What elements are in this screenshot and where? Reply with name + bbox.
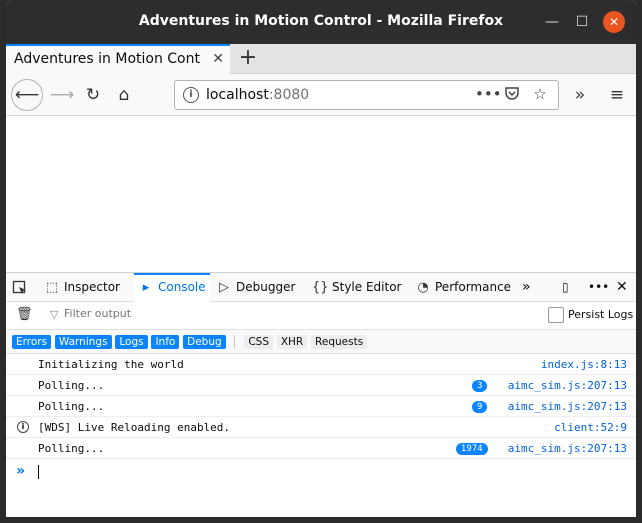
- filter-info-button[interactable]: Info: [151, 334, 180, 349]
- devtools-panel: ⬚ Inspector ▸ Console ▷ Debugger {} Style Ed…: [6, 272, 636, 517]
- tab-inspector-label: Inspector: [64, 280, 120, 294]
- hamburger-menu-icon[interactable]: ≡: [603, 81, 631, 109]
- filter-divider: [233, 334, 235, 349]
- more-tools-icon[interactable]: »: [522, 273, 531, 302]
- tab-inspector[interactable]: ⬚ Inspector: [44, 273, 120, 302]
- devtools-options-icon[interactable]: •••: [588, 273, 609, 302]
- repeat-count-badge: 3: [472, 380, 488, 392]
- devtools-toolbar: ⬚ Inspector ▸ Console ▷ Debugger {} Style Ed…: [6, 273, 636, 302]
- browser-window: Adventures in Motion Control - Mozilla F…: [6, 0, 636, 517]
- message-text: Polling...: [38, 442, 105, 455]
- url-text[interactable]: localhost:8080: [206, 87, 309, 103]
- console-message: i [WDS] Live Reloading enabled. client:5…: [6, 417, 636, 438]
- console-input[interactable]: »: [6, 459, 636, 485]
- message-location-link[interactable]: aimc_sim.js:207:13: [508, 442, 627, 455]
- console-filter-bar: 🗑 ▽ Persist Logs: [6, 302, 636, 330]
- persist-logs-checkbox[interactable]: Persist Logs: [548, 307, 633, 323]
- dock-side-icon[interactable]: ▯: [562, 273, 569, 302]
- filter-debug-button[interactable]: Debug: [183, 334, 226, 349]
- message-location-link[interactable]: client:52:9: [554, 421, 627, 434]
- page-content: [6, 116, 636, 272]
- close-window-icon[interactable]: ✕: [603, 11, 625, 33]
- text-caret: [38, 465, 39, 479]
- style-editor-icon: {}: [312, 280, 329, 295]
- console-icon: ▸: [142, 280, 150, 295]
- tab-strip: Adventures in Motion Control ✕ +: [6, 44, 636, 74]
- message-text: Polling...: [38, 400, 105, 413]
- pocket-icon[interactable]: [502, 85, 522, 105]
- new-tab-icon[interactable]: +: [236, 46, 260, 70]
- close-devtools-icon[interactable]: ✕: [616, 273, 628, 302]
- element-picker-icon[interactable]: [12, 273, 34, 302]
- filter-icon: ▽: [50, 308, 59, 321]
- nav-bar: ⟵ ⟶ ↻ ⌂ i localhost:8080 ••• ☆ » ≡: [6, 74, 636, 116]
- console-message: Polling... 3 aimc_sim.js:207:13: [6, 375, 636, 396]
- message-text: Initializing the world: [38, 358, 184, 371]
- tab-style-editor-label: Style Editor: [332, 280, 402, 294]
- tab-debugger-label: Debugger: [236, 280, 296, 294]
- page-actions-icon[interactable]: •••: [475, 85, 502, 103]
- info-icon: i: [17, 421, 29, 433]
- tab-close-icon[interactable]: ✕: [212, 51, 224, 67]
- reload-icon[interactable]: ↻: [79, 81, 107, 109]
- inspector-icon: ⬚: [45, 280, 59, 295]
- filter-warnings-button[interactable]: Warnings: [54, 334, 112, 349]
- tab-style-editor[interactable]: {} Style Editor: [312, 273, 401, 302]
- persist-logs-box[interactable]: [548, 307, 564, 323]
- url-bar[interactable]: i localhost:8080 ••• ☆: [174, 80, 559, 110]
- debugger-icon: ▷: [219, 280, 229, 295]
- tab-console-label: Console: [158, 280, 206, 294]
- tab-debugger[interactable]: ▷ Debugger: [216, 273, 295, 302]
- console-messages: Initializing the world index.js:8:13 Pol…: [6, 354, 636, 459]
- persist-logs-label: Persist Logs: [568, 308, 634, 321]
- tab-console[interactable]: ▸ Console: [134, 273, 210, 302]
- filter-logs-button[interactable]: Logs: [115, 334, 148, 349]
- message-location-link[interactable]: aimc_sim.js:207:13: [508, 400, 627, 413]
- home-icon[interactable]: ⌂: [110, 81, 138, 109]
- filter-errors-button[interactable]: Errors: [12, 334, 52, 349]
- message-location-link[interactable]: aimc_sim.js:207:13: [508, 379, 627, 392]
- message-location-link[interactable]: index.js:8:13: [541, 358, 627, 371]
- back-arrow-icon[interactable]: ⟵: [11, 79, 43, 111]
- filter-requests-button[interactable]: Requests: [311, 334, 368, 349]
- overflow-menu-icon[interactable]: »: [566, 81, 594, 109]
- message-text: [WDS] Live Reloading enabled.: [38, 421, 231, 434]
- console-message: Polling... 1974 aimc_sim.js:207:13: [6, 438, 636, 459]
- repeat-count-badge: 9: [472, 401, 488, 413]
- minimize-icon[interactable]: —: [540, 10, 564, 34]
- tab-label: Adventures in Motion Control: [14, 51, 200, 67]
- console-message: Polling... 9 aimc_sim.js:207:13: [6, 396, 636, 417]
- title-bar: Adventures in Motion Control - Mozilla F…: [6, 0, 636, 44]
- tab-adventures[interactable]: Adventures in Motion Control ✕: [6, 44, 230, 74]
- log-category-filters: Errors Warnings Logs Info Debug CSS XHR …: [6, 330, 636, 354]
- url-port: :8080: [268, 87, 310, 103]
- tab-performance-label: Performance: [435, 280, 512, 294]
- performance-icon: ◔: [417, 280, 429, 295]
- filter-output-input[interactable]: [64, 307, 364, 320]
- message-text: Polling...: [38, 379, 105, 392]
- repeat-count-badge: 1974: [456, 443, 488, 455]
- site-info-icon[interactable]: i: [183, 87, 199, 103]
- filter-css-button[interactable]: CSS: [244, 334, 273, 349]
- bookmark-star-icon[interactable]: ☆: [530, 85, 550, 103]
- forward-arrow-icon[interactable]: ⟶: [48, 81, 76, 109]
- maximize-icon[interactable]: ☐: [570, 10, 594, 34]
- console-message: Initializing the world index.js:8:13: [6, 354, 636, 375]
- clear-console-icon[interactable]: 🗑: [16, 307, 33, 322]
- prompt-chevron-icon: »: [16, 463, 26, 479]
- tab-performance[interactable]: ◔ Performance: [415, 273, 511, 302]
- url-host: localhost: [206, 87, 269, 103]
- filter-xhr-button[interactable]: XHR: [276, 334, 308, 349]
